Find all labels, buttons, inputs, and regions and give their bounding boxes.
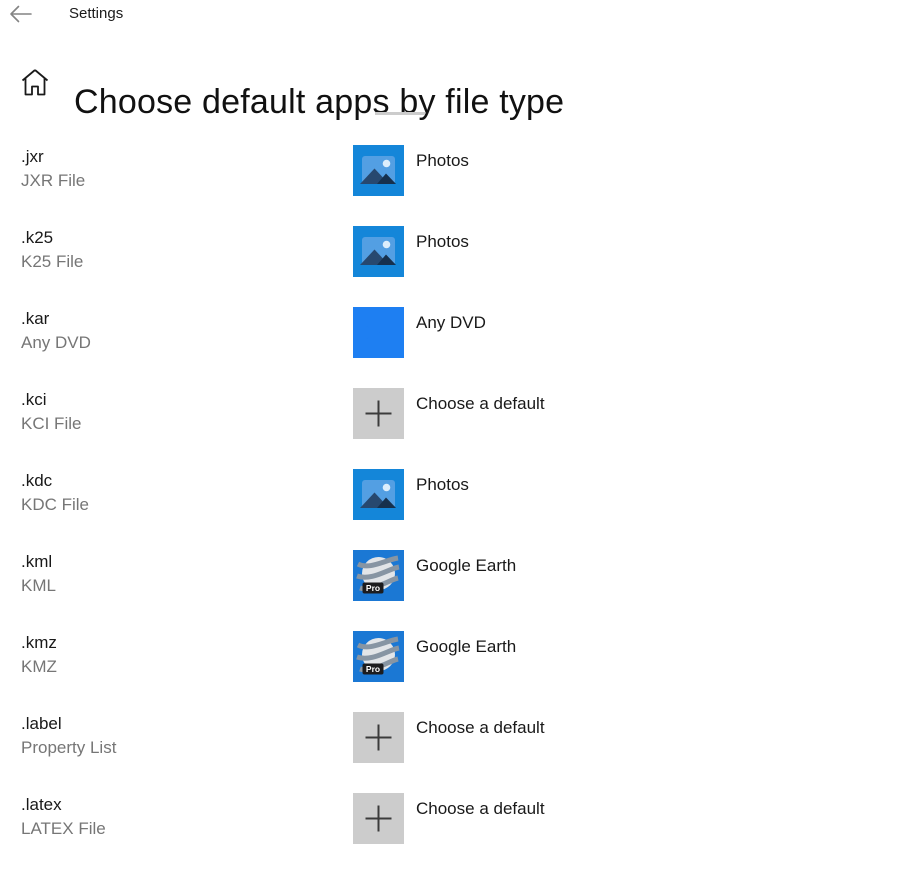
file-extension: .kmz — [21, 632, 353, 654]
app-name: Google Earth — [416, 637, 516, 657]
file-type-row: .kml KML Pro Google Earth — [0, 550, 918, 631]
title-underline-divider — [375, 112, 425, 115]
file-type-info: .kml KML — [0, 550, 353, 597]
default-app-cell: Choose a default — [353, 712, 545, 763]
file-type-label: Property List — [21, 737, 353, 759]
file-type-row: .kmz KMZ Pro Google Earth — [0, 631, 918, 712]
default-app-cell: Choose a default — [353, 793, 545, 844]
default-app-button[interactable]: Choose a default — [353, 793, 545, 844]
app-header: Settings — [0, 0, 918, 36]
default-app-cell: Photos — [353, 469, 469, 520]
back-button[interactable] — [6, 2, 36, 28]
plus-icon — [353, 712, 404, 763]
app-icon-slot — [353, 469, 404, 520]
default-app-button[interactable]: Photos — [353, 145, 469, 196]
file-type-label: KDC File — [21, 494, 353, 516]
file-type-row: .latex LATEX File Choose a default — [0, 793, 918, 874]
photos-icon — [353, 145, 404, 196]
google-earth-icon: Pro — [353, 631, 404, 682]
file-type-info: .k25 K25 File — [0, 226, 353, 273]
default-app-button[interactable]: Pro Google Earth — [353, 550, 516, 601]
app-title: Settings — [69, 5, 123, 22]
default-app-cell: Any DVD — [353, 307, 486, 358]
default-app-button[interactable]: Photos — [353, 469, 469, 520]
file-type-info: .latex LATEX File — [0, 793, 353, 840]
plus-icon — [353, 793, 404, 844]
app-name: Any DVD — [416, 313, 486, 333]
file-extension: .k25 — [21, 227, 353, 249]
app-icon-slot — [353, 226, 404, 277]
svg-text:Pro: Pro — [366, 583, 380, 593]
file-type-info: .jxr JXR File — [0, 145, 353, 192]
file-extension: .label — [21, 713, 353, 735]
app-name: Photos — [416, 475, 469, 495]
file-type-label: KCI File — [21, 413, 353, 435]
default-app-cell: Pro Google Earth — [353, 550, 516, 601]
file-type-info: .kci KCI File — [0, 388, 353, 435]
default-app-button[interactable]: Choose a default — [353, 388, 545, 439]
photos-icon — [353, 469, 404, 520]
photos-icon — [353, 226, 404, 277]
app-icon-slot — [353, 145, 404, 196]
app-icon-slot: Pro — [353, 631, 404, 682]
file-type-row: .kar Any DVD Any DVD — [0, 307, 918, 388]
any-dvd-icon — [353, 307, 404, 358]
file-type-row: .jxr JXR File Photos — [0, 145, 918, 226]
default-app-button[interactable]: Any DVD — [353, 307, 486, 358]
file-type-label: Any DVD — [21, 332, 353, 354]
file-extension: .kdc — [21, 470, 353, 492]
app-icon-slot — [353, 793, 404, 844]
file-type-info: .label Property List — [0, 712, 353, 759]
file-type-info: .kmz KMZ — [0, 631, 353, 678]
home-icon — [19, 66, 51, 100]
app-name: Google Earth — [416, 556, 516, 576]
file-extension: .kar — [21, 308, 353, 330]
file-extension: .latex — [21, 794, 353, 816]
file-extension: .kml — [21, 551, 353, 573]
app-icon-slot — [353, 307, 404, 358]
app-name: Photos — [416, 232, 469, 252]
plus-icon — [353, 388, 404, 439]
default-app-button[interactable]: Pro Google Earth — [353, 631, 516, 682]
file-type-label: KMZ — [21, 656, 353, 678]
app-name: Choose a default — [416, 718, 545, 738]
file-type-label: KML — [21, 575, 353, 597]
file-type-list: .jxr JXR File Photos .k25 K25 File — [0, 145, 918, 874]
app-name: Photos — [416, 151, 469, 171]
back-arrow-icon — [9, 5, 33, 23]
file-type-label: LATEX File — [21, 818, 353, 840]
file-type-row: .kdc KDC File Photos — [0, 469, 918, 550]
file-type-row: .k25 K25 File Photos — [0, 226, 918, 307]
app-icon-slot — [353, 388, 404, 439]
file-extension: .jxr — [21, 146, 353, 168]
app-name: Choose a default — [416, 394, 545, 414]
svg-text:Pro: Pro — [366, 664, 380, 674]
file-type-info: .kdc KDC File — [0, 469, 353, 516]
page-title: Choose default apps by file type — [74, 83, 564, 122]
file-extension: .kci — [21, 389, 353, 411]
default-app-button[interactable]: Choose a default — [353, 712, 545, 763]
file-type-label: JXR File — [21, 170, 353, 192]
default-app-button[interactable]: Photos — [353, 226, 469, 277]
google-earth-icon: Pro — [353, 550, 404, 601]
default-app-cell: Photos — [353, 226, 469, 277]
default-app-cell: Choose a default — [353, 388, 545, 439]
file-type-info: .kar Any DVD — [0, 307, 353, 354]
default-app-cell: Pro Google Earth — [353, 631, 516, 682]
default-app-cell: Photos — [353, 145, 469, 196]
app-name: Choose a default — [416, 799, 545, 819]
file-type-row: .kci KCI File Choose a default — [0, 388, 918, 469]
app-icon-slot: Pro — [353, 550, 404, 601]
file-type-label: K25 File — [21, 251, 353, 273]
app-icon-slot — [353, 712, 404, 763]
file-type-row: .label Property List Choose a default — [0, 712, 918, 793]
